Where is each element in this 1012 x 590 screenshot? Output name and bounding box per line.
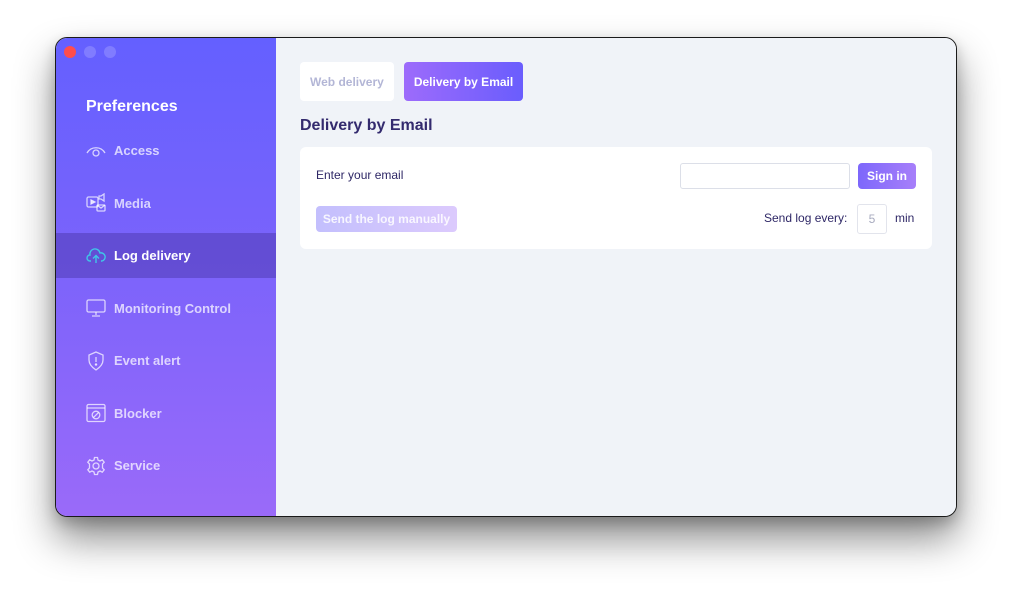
sidebar-item-log-delivery[interactable]: Log delivery	[56, 233, 276, 278]
sidebar-item-blocker[interactable]: Blocker	[56, 391, 276, 436]
section-title: Delivery by Email	[300, 117, 433, 134]
email-input[interactable]	[680, 163, 850, 189]
cloud-upload-icon	[86, 246, 106, 266]
sidebar: Preferences Access Media Log delivery Mo…	[56, 38, 276, 516]
interval-unit-label: min	[895, 211, 915, 225]
blocked-window-icon	[86, 403, 106, 423]
sidebar-item-label: Log delivery	[114, 248, 191, 263]
send-interval-input[interactable]	[857, 204, 887, 234]
window-controls	[64, 46, 116, 58]
sidebar-item-monitoring-control[interactable]: Monitoring Control	[56, 286, 276, 331]
sidebar-item-label: Blocker	[114, 405, 162, 421]
sidebar-item-service[interactable]: Service	[56, 443, 276, 488]
send-log-manually-button[interactable]: Send the log manually	[316, 206, 457, 232]
email-delivery-card: Enter your email Sign in Send the log ma…	[300, 147, 932, 249]
sidebar-item-label: Media	[114, 195, 151, 211]
sidebar-item-label: Access	[114, 143, 160, 158]
sidebar-item-label: Monitoring Control	[114, 300, 231, 316]
tab-web-delivery[interactable]: Web delivery	[300, 62, 394, 101]
monitor-icon	[86, 298, 106, 318]
send-interval-label: Send log every:	[764, 211, 848, 225]
sidebar-item-access[interactable]: Access	[56, 128, 276, 173]
close-window-button[interactable]	[64, 46, 76, 58]
media-icon	[86, 193, 106, 213]
sidebar-nav: Access Media Log delivery Monitoring Con…	[56, 128, 276, 496]
eye-icon	[86, 141, 106, 161]
gear-icon	[86, 456, 106, 476]
sidebar-item-media[interactable]: Media	[56, 181, 276, 226]
sidebar-item-event-alert[interactable]: Event alert	[56, 338, 276, 383]
main-panel: Web delivery Delivery by Email Delivery …	[276, 38, 956, 516]
minimize-window-button[interactable]	[84, 46, 96, 58]
sign-in-button[interactable]: Sign in	[858, 163, 916, 189]
maximize-window-button[interactable]	[104, 46, 116, 58]
tab-delivery-by-email[interactable]: Delivery by Email	[403, 62, 524, 101]
preferences-window: Preferences Access Media Log delivery Mo…	[55, 37, 957, 517]
sidebar-item-label: Event alert	[114, 353, 181, 368]
shield-alert-icon	[86, 350, 106, 371]
sidebar-title: Preferences	[86, 98, 178, 115]
sidebar-item-label: Service	[114, 458, 161, 473]
delivery-tabs: Web delivery Delivery by Email	[300, 62, 524, 101]
email-label: Enter your email	[316, 168, 404, 182]
